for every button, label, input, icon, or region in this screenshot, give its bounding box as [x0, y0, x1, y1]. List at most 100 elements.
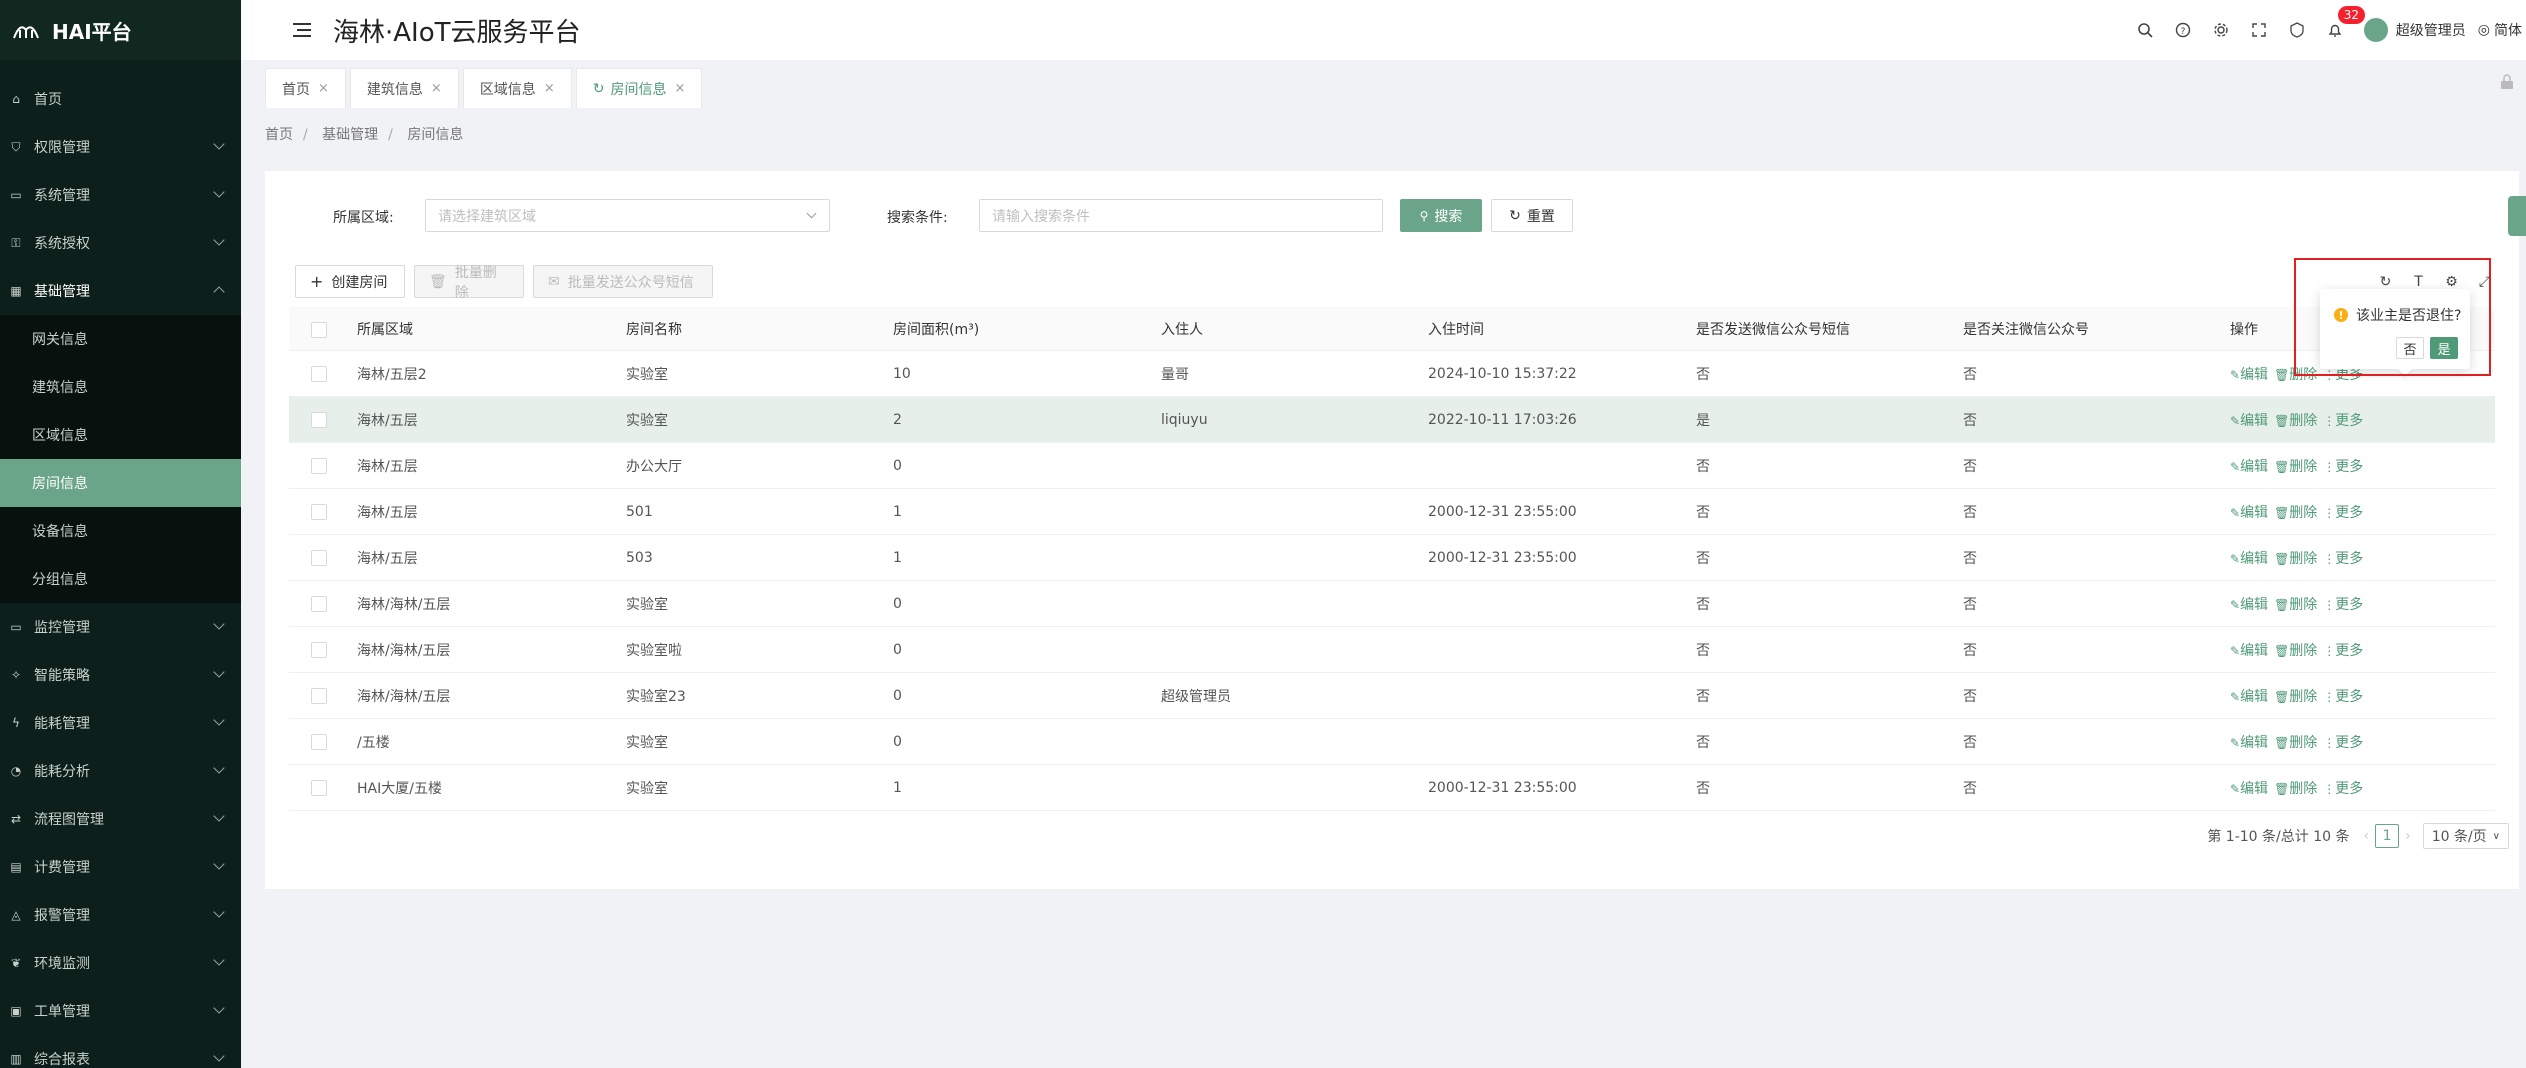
breadcrumb-basic[interactable]: 基础管理: [322, 127, 378, 143]
table-row[interactable]: 海林/五层 办公大厅 0 否 否 ✎编辑 🗑删除 ⋮更多: [289, 443, 2495, 489]
close-icon[interactable]: ×: [674, 81, 685, 96]
delete-link[interactable]: 🗑删除: [2274, 456, 2317, 476]
sidebar-item-items_after-7[interactable]: ❦ 环境监测: [0, 939, 241, 987]
table-row[interactable]: /五楼 实验室 0 否 否 ✎编辑 🗑删除 ⋮更多: [289, 719, 2495, 765]
sidebar-item-items_after-5[interactable]: ▤ 计费管理: [0, 843, 241, 891]
table-row[interactable]: 海林/海林/五层 实验室23 0 超级管理员 否 否 ✎编辑 🗑删除 ⋮更多: [289, 673, 2495, 719]
next-page-icon[interactable]: ›: [2405, 828, 2411, 844]
language-switch[interactable]: ◎ 简体: [2478, 20, 2522, 40]
sidebar-item-items_after-2[interactable]: ϟ 能耗管理: [0, 699, 241, 747]
sidebar-subitem-1[interactable]: 建筑信息: [0, 363, 241, 411]
sidebar-item-items_after-9[interactable]: ▥ 综合报表: [0, 1035, 241, 1068]
more-link[interactable]: ⋮更多: [2323, 732, 2363, 752]
edit-link[interactable]: ✎编辑: [2230, 502, 2268, 522]
table-row[interactable]: 海林/五层 501 1 2000-12-31 23:55:00 否 否 ✎编辑 🗑删除 ⋮更多: [289, 489, 2495, 535]
batch-sms-button[interactable]: ✉ 批量发送公众号短信: [533, 265, 713, 298]
bell-icon[interactable]: 32: [2316, 0, 2366, 60]
edit-link[interactable]: ✎编辑: [2230, 410, 2268, 430]
sidebar-item-items_after-3[interactable]: ◔ 能耗分析: [0, 747, 241, 795]
row-checkbox[interactable]: [311, 366, 327, 382]
row-checkbox[interactable]: [311, 458, 327, 474]
sidebar-item-items_after-1[interactable]: ✧ 智能策略: [0, 651, 241, 699]
table-row[interactable]: 海林/海林/五层 实验室啦 0 否 否 ✎编辑 🗑删除 ⋮更多: [289, 627, 2495, 673]
row-checkbox[interactable]: [311, 734, 327, 750]
more-link[interactable]: ⋮更多: [2323, 594, 2363, 614]
delete-link[interactable]: 🗑删除: [2274, 502, 2317, 522]
sidebar-subitem-0[interactable]: 网关信息: [0, 315, 241, 363]
sidebar-item-items-0[interactable]: ⌂ 首页: [0, 75, 241, 123]
table-row[interactable]: 海林/海林/五层 实验室 0 否 否 ✎编辑 🗑删除 ⋮更多: [289, 581, 2495, 627]
sidebar-item-items_after-6[interactable]: ◬ 报警管理: [0, 891, 241, 939]
row-checkbox[interactable]: [311, 596, 327, 612]
more-link[interactable]: ⋮更多: [2323, 548, 2363, 568]
sidebar-item-items_after-8[interactable]: ▣ 工单管理: [0, 987, 241, 1035]
close-icon[interactable]: ×: [544, 81, 555, 96]
delete-link[interactable]: 🗑删除: [2274, 594, 2317, 614]
delete-link[interactable]: 🗑删除: [2274, 548, 2317, 568]
delete-link[interactable]: 🗑删除: [2274, 732, 2317, 752]
delete-link[interactable]: 🗑删除: [2274, 686, 2317, 706]
area-select[interactable]: 请选择建筑区域: [425, 199, 830, 232]
close-icon[interactable]: ×: [431, 81, 442, 96]
settings-drawer-handle[interactable]: [2508, 196, 2526, 236]
more-link[interactable]: ⋮更多: [2323, 640, 2363, 660]
edit-link[interactable]: ✎编辑: [2230, 778, 2268, 798]
page-size-select[interactable]: 10 条/页 ∨: [2422, 823, 2509, 849]
sidebar-item-items-1[interactable]: ⛉ 权限管理: [0, 123, 241, 171]
settings-icon[interactable]: [2202, 0, 2240, 60]
sidebar-item-items-4[interactable]: ▦ 基础管理: [0, 267, 241, 315]
table-row[interactable]: HAI大厦/五楼 实验室 1 2000-12-31 23:55:00 否 否 ✎编辑 🗑删除 ⋮…: [289, 765, 2495, 811]
row-checkbox[interactable]: [311, 412, 327, 428]
breadcrumb-home[interactable]: 首页: [265, 127, 293, 143]
edit-link[interactable]: ✎编辑: [2230, 732, 2268, 752]
tab-0[interactable]: 首页 ×: [265, 68, 346, 108]
sidebar-item-items_after-4[interactable]: ⇄ 流程图管理: [0, 795, 241, 843]
more-link[interactable]: ⋮更多: [2323, 686, 2363, 706]
row-checkbox[interactable]: [311, 688, 327, 704]
lock-icon[interactable]: [2500, 74, 2514, 90]
row-checkbox[interactable]: [311, 550, 327, 566]
table-row[interactable]: 海林/五层2 实验室 10 量哥 2024-10-10 15:37:22 否否 ✎编辑 🗑删除…: [289, 351, 2495, 397]
create-room-button[interactable]: + 创建房间: [295, 265, 405, 298]
edit-link[interactable]: ✎编辑: [2230, 594, 2268, 614]
more-link[interactable]: ⋮更多: [2323, 502, 2363, 522]
sidebar-item-items-3[interactable]: ⚿ 系统授权: [0, 219, 241, 267]
user-name[interactable]: 超级管理员: [2396, 20, 2466, 40]
edit-link[interactable]: ✎编辑: [2230, 456, 2268, 476]
delete-link[interactable]: 🗑删除: [2274, 640, 2317, 660]
tab-1[interactable]: 建筑信息 ×: [349, 68, 459, 108]
edit-link[interactable]: ✎编辑: [2230, 640, 2268, 660]
prev-page-icon[interactable]: ‹: [2363, 828, 2369, 844]
reset-button[interactable]: ↻ 重置: [1491, 199, 1573, 232]
row-checkbox[interactable]: [311, 780, 327, 796]
avatar[interactable]: [2363, 18, 2388, 42]
batch-delete-button[interactable]: 🗑 批量删除: [414, 265, 524, 301]
search-button[interactable]: ⚲ 搜索: [1400, 199, 1482, 232]
fullscreen-icon[interactable]: [2240, 0, 2278, 60]
search-icon[interactable]: [2126, 0, 2164, 60]
page-1[interactable]: 1: [2375, 824, 2400, 848]
search-input[interactable]: 请输入搜索条件: [979, 199, 1383, 232]
delete-link[interactable]: 🗑删除: [2274, 778, 2317, 798]
more-link[interactable]: ⋮更多: [2323, 456, 2363, 476]
row-checkbox[interactable]: [311, 504, 327, 520]
delete-link[interactable]: 🗑删除: [2274, 410, 2317, 430]
sidebar-item-items-2[interactable]: ▭ 系统管理: [0, 171, 241, 219]
edit-link[interactable]: ✎编辑: [2230, 364, 2268, 384]
edit-link[interactable]: ✎编辑: [2230, 686, 2268, 706]
table-row[interactable]: 海林/五层 实验室 2 liqiuyu 2022-10-11 17:03:26 是 否 ✎编辑…: [289, 397, 2495, 443]
sidebar-subitem-4[interactable]: 设备信息: [0, 507, 241, 555]
menu-fold-icon[interactable]: [289, 21, 311, 39]
sidebar-subitem-5[interactable]: 分组信息: [0, 555, 241, 603]
more-link[interactable]: ⋮更多: [2323, 410, 2363, 430]
edit-link[interactable]: ✎编辑: [2230, 548, 2268, 568]
help-icon[interactable]: ?: [2164, 0, 2202, 60]
tab-3[interactable]: ↻ 房间信息 ×: [575, 68, 703, 108]
table-row[interactable]: 海林/五层 503 1 2000-12-31 23:55:00 否 否 ✎编辑 🗑删除 ⋮更多: [289, 535, 2495, 581]
close-icon[interactable]: ×: [318, 81, 329, 96]
tab-2[interactable]: 区域信息 ×: [462, 68, 572, 108]
github-icon[interactable]: [2278, 0, 2316, 60]
row-checkbox[interactable]: [311, 642, 327, 658]
sidebar-subitem-3[interactable]: 房间信息: [0, 459, 241, 507]
more-link[interactable]: ⋮更多: [2323, 778, 2363, 798]
